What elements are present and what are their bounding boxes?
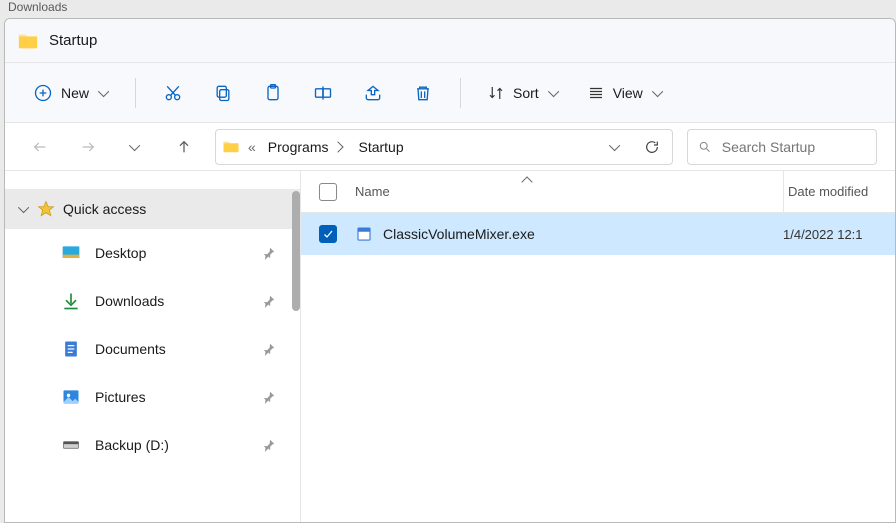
sidebar-item-downloads[interactable]: Downloads — [5, 277, 300, 325]
sort-indicator-asc-icon — [521, 176, 532, 187]
folder-icon — [222, 138, 240, 156]
file-name: ClassicVolumeMixer.exe — [383, 226, 535, 242]
exe-icon — [355, 225, 373, 243]
download-icon — [61, 291, 81, 311]
sidebar-scrollbar[interactable] — [292, 191, 300, 311]
chevron-down-icon — [98, 85, 109, 96]
sidebar-item-label: Backup (D:) — [95, 437, 169, 453]
address-bar[interactable]: « Programs Startup — [215, 129, 673, 165]
sidebar-item-label: Pictures — [95, 389, 146, 405]
sidebar-item-desktop[interactable]: Desktop — [5, 229, 300, 277]
check-icon — [322, 228, 334, 240]
chevron-down-icon — [129, 139, 140, 150]
chevron-down-icon — [652, 85, 663, 96]
breadcrumb-label: Programs — [268, 139, 329, 155]
search-box[interactable] — [687, 129, 877, 165]
column-headers: Name Date modified — [301, 171, 895, 213]
arrow-right-icon — [80, 139, 96, 155]
rename-icon — [313, 83, 333, 103]
share-button[interactable] — [350, 73, 396, 113]
view-button[interactable]: View — [575, 73, 675, 113]
arrow-left-icon — [32, 139, 48, 155]
search-icon — [698, 139, 712, 155]
rename-button[interactable] — [300, 73, 346, 113]
copy-button[interactable] — [200, 73, 246, 113]
breadcrumb-programs[interactable]: Programs — [264, 139, 347, 155]
quick-access-header[interactable]: Quick access — [5, 189, 300, 229]
forward-button[interactable] — [71, 130, 105, 164]
separator — [135, 78, 136, 108]
column-name-label: Name — [355, 184, 390, 199]
view-button-label: View — [613, 85, 643, 101]
chevron-down-icon — [548, 85, 559, 96]
desktop-icon — [61, 243, 81, 263]
delete-button[interactable] — [400, 73, 446, 113]
quick-access-label: Quick access — [63, 201, 146, 217]
file-date: 1/4/2022 12:1 — [783, 227, 863, 242]
view-icon — [587, 84, 605, 102]
sidebar-item-backup[interactable]: Backup (D:) — [5, 421, 300, 469]
column-date-modified[interactable]: Date modified — [783, 171, 895, 212]
column-date-label: Date modified — [788, 184, 868, 199]
navigation-row: « Programs Startup — [5, 123, 895, 171]
sort-icon — [487, 84, 505, 102]
search-input[interactable] — [722, 139, 866, 155]
sidebar-item-pictures[interactable]: Pictures — [5, 373, 300, 421]
file-list: Name Date modified ClassicVolumeMixer.ex… — [301, 171, 895, 522]
toolbar: New Sort View — [5, 63, 895, 123]
copy-icon — [213, 83, 233, 103]
document-icon — [61, 339, 81, 359]
pin-icon — [262, 246, 276, 260]
chevron-down-icon — [18, 202, 29, 213]
refresh-button[interactable] — [638, 130, 666, 164]
refresh-icon — [644, 139, 660, 155]
pin-icon — [262, 438, 276, 452]
paste-button[interactable] — [250, 73, 296, 113]
sort-button-label: Sort — [513, 85, 539, 101]
arrow-up-icon — [176, 139, 192, 155]
drive-icon — [61, 435, 81, 455]
sidebar-item-label: Downloads — [95, 293, 164, 309]
star-icon — [37, 200, 55, 218]
sort-button[interactable]: Sort — [475, 73, 571, 113]
up-button[interactable] — [167, 130, 201, 164]
cut-icon — [163, 83, 183, 103]
address-history-button[interactable] — [602, 130, 630, 164]
share-icon — [363, 83, 383, 103]
back-button[interactable] — [23, 130, 57, 164]
paste-icon — [263, 83, 283, 103]
window-title: Startup — [49, 32, 97, 49]
pin-icon — [262, 390, 276, 404]
main-area: Quick access Desktop Downloads Documents… — [5, 171, 895, 522]
explorer-window: Startup New Sort — [4, 18, 896, 523]
file-row[interactable]: ClassicVolumeMixer.exe 1/4/2022 12:1 — [301, 213, 895, 255]
navigation-pane: Quick access Desktop Downloads Documents… — [5, 171, 301, 522]
parent-tab-label: Downloads — [6, 0, 69, 14]
folder-icon — [17, 30, 39, 52]
titlebar: Startup — [5, 19, 895, 63]
pin-icon — [262, 294, 276, 308]
breadcrumb-overflow[interactable]: « — [248, 139, 256, 155]
chevron-down-icon — [609, 139, 620, 150]
select-all-checkbox[interactable] — [319, 183, 337, 201]
trash-icon — [413, 83, 433, 103]
row-checkbox[interactable] — [319, 225, 337, 243]
chevron-right-icon — [333, 141, 344, 152]
column-name[interactable]: Name — [355, 184, 783, 199]
pictures-icon — [61, 387, 81, 407]
breadcrumb-startup[interactable]: Startup — [354, 139, 407, 155]
cut-button[interactable] — [150, 73, 196, 113]
new-button[interactable]: New — [21, 73, 121, 113]
sidebar-item-label: Documents — [95, 341, 166, 357]
recent-locations-button[interactable] — [119, 130, 153, 164]
new-button-label: New — [61, 85, 89, 101]
pin-icon — [262, 342, 276, 356]
breadcrumb-label: Startup — [358, 139, 403, 155]
sidebar-item-label: Desktop — [95, 245, 146, 261]
sidebar-item-documents[interactable]: Documents — [5, 325, 300, 373]
separator — [460, 78, 461, 108]
plus-circle-icon — [33, 83, 53, 103]
